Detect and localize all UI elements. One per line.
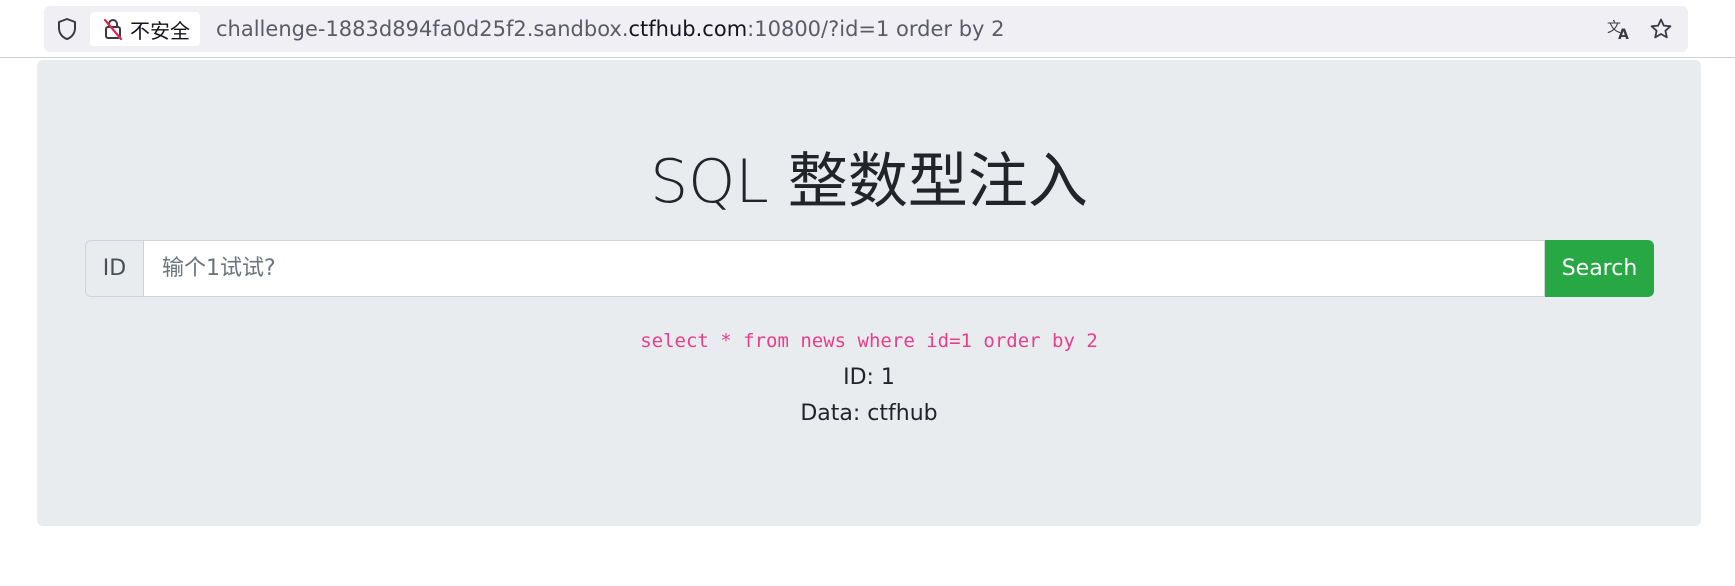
id-label: ID xyxy=(85,240,143,297)
svg-text:A: A xyxy=(1618,27,1629,41)
search-button[interactable]: Search xyxy=(1545,240,1654,297)
challenge-panel: SQL 整数型注入 ID Search select * from news w… xyxy=(37,60,1701,526)
shield-icon[interactable] xyxy=(54,16,80,42)
result-id: ID: 1 xyxy=(843,365,895,390)
url-domain: ctfhub.com xyxy=(628,17,748,41)
bookmark-star-icon[interactable] xyxy=(1644,12,1678,46)
browser-toolbar: 不安全 challenge-1883d894fa0d25f2.sandbox.c… xyxy=(0,0,1735,58)
insecure-lock-icon xyxy=(102,17,124,41)
url-prefix: challenge-1883d894fa0d25f2.sandbox. xyxy=(216,17,629,41)
sql-query-text: select * from news where id=1 order by 2 xyxy=(640,330,1098,352)
id-input[interactable] xyxy=(143,240,1545,297)
security-indicator[interactable]: 不安全 xyxy=(90,12,200,46)
url-text[interactable]: challenge-1883d894fa0d25f2.sandbox.ctfhu… xyxy=(216,6,1005,52)
security-label: 不安全 xyxy=(130,18,190,43)
url-bar-actions: 文 A xyxy=(1594,6,1678,52)
id-search-form: ID Search xyxy=(85,240,1654,297)
page-title: SQL 整数型注入 xyxy=(650,147,1088,217)
result-data: Data: ctfhub xyxy=(800,401,938,426)
url-suffix: :10800/?id=1 order by 2 xyxy=(747,17,1005,41)
url-bar[interactable]: 不安全 challenge-1883d894fa0d25f2.sandbox.c… xyxy=(44,6,1688,52)
translate-icon[interactable]: 文 A xyxy=(1602,12,1636,46)
